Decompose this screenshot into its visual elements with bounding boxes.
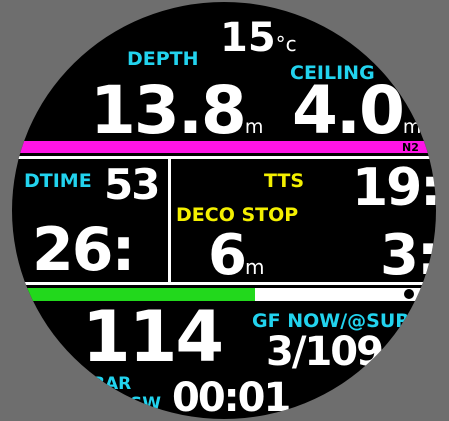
gas-bar <box>12 141 436 153</box>
ceiling-readout: 4.0m <box>292 78 421 144</box>
divider-vertical <box>168 156 171 285</box>
pressure-unit: BAR <box>92 374 132 394</box>
tank-pressure-value: 114 <box>82 296 224 378</box>
dive-computer-display: 15°c DEPTH CEILING 13.8m 4.0m N2 DTIME 5… <box>12 2 436 419</box>
gas-label: N2 <box>402 141 419 154</box>
depth-value: 13.8 <box>90 72 247 149</box>
temperature-readout: 15°c <box>220 18 297 58</box>
gf-value: 3/109 <box>266 329 384 375</box>
deco-stop-depth-unit: m <box>244 255 265 279</box>
deco-stop-time: 3: <box>380 223 436 288</box>
ceiling-unit: m <box>402 116 422 138</box>
deco-stop-depth: 6m <box>208 228 264 284</box>
tts-label: TTS <box>264 170 305 192</box>
dtime-label: DTIME <box>24 170 92 192</box>
water-type: SW <box>130 394 161 414</box>
depth-unit: m <box>244 116 264 138</box>
dtime-minutes: 26: <box>32 215 135 285</box>
surface-time: 00:01 <box>172 375 291 419</box>
depth-readout: 13.8m <box>90 78 263 144</box>
depth-label: DEPTH <box>127 48 199 70</box>
deco-stop-depth-value: 6 <box>208 223 247 288</box>
temperature-value: 15 <box>220 15 276 61</box>
ceiling-value: 4.0 <box>292 72 405 149</box>
dtime-value: 53 <box>104 160 160 209</box>
tts-value: 19: <box>352 158 436 218</box>
temperature-unit: °c <box>275 32 297 56</box>
ascent-bar-indicator <box>404 289 414 299</box>
ascent-bar-empty <box>255 288 424 301</box>
